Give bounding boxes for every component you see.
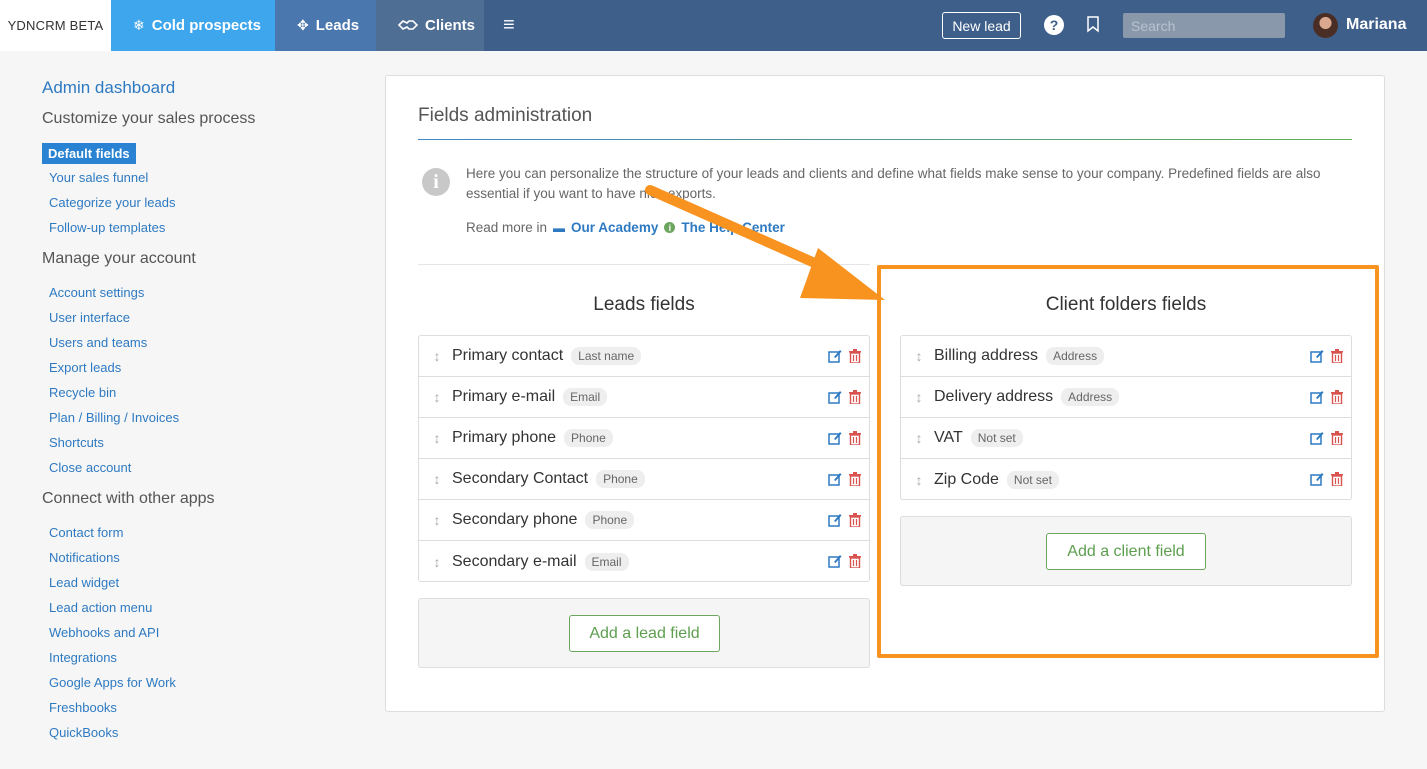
sidebar-item-webhooks-api[interactable]: Webhooks and API: [49, 625, 159, 640]
crosshair-icon: ✥: [297, 17, 309, 33]
hamburger-menu-icon[interactable]: ≡: [503, 15, 519, 35]
list-item[interactable]: ↕ Secondary e-mail Email: [419, 541, 869, 582]
field-name: Secondary phone: [452, 511, 578, 528]
sidebar-item-user-interface[interactable]: User interface: [49, 310, 130, 325]
delete-icon[interactable]: [849, 472, 861, 487]
top-navbar: YDNCRM BETA ❄ Cold prospects ✥ Leads Cli…: [0, 0, 1427, 51]
edit-icon[interactable]: [828, 472, 842, 486]
edit-icon[interactable]: [828, 390, 842, 404]
sidebar-item-account-settings[interactable]: Account settings: [49, 285, 144, 300]
sidebar-item-sales-funnel[interactable]: Your sales funnel: [49, 170, 148, 185]
edit-icon[interactable]: [828, 554, 842, 568]
tab-label: Leads: [315, 17, 360, 34]
list-item[interactable]: ↕ Secondary Contact Phone: [419, 459, 869, 500]
drag-handle-icon[interactable]: ↕: [432, 348, 442, 364]
sidebar-item-users-teams[interactable]: Users and teams: [49, 335, 147, 350]
field-name: Primary phone: [452, 429, 557, 446]
list-item[interactable]: ↕ Primary contact Last name: [419, 336, 869, 377]
brand-logo[interactable]: YDNCRM BETA: [0, 0, 111, 51]
sidebar-title-admin-dashboard[interactable]: Admin dashboard: [42, 78, 175, 98]
tab-leads[interactable]: ✥ Leads: [275, 0, 376, 51]
field-name: Primary contact: [452, 347, 564, 364]
bookmark-icon[interactable]: [1086, 16, 1100, 33]
delete-icon[interactable]: [849, 390, 861, 405]
read-more-prefix: Read more in: [466, 220, 548, 235]
sidebar-heading: Manage your account: [42, 250, 196, 267]
sidebar-item-recycle-bin[interactable]: Recycle bin: [49, 385, 116, 400]
field-type-badge: Email: [584, 552, 629, 571]
sidebar-item-plan-billing[interactable]: Plan / Billing / Invoices: [49, 410, 179, 425]
highlight-box: [877, 265, 1379, 658]
sidebar-item-close-account[interactable]: Close account: [49, 460, 131, 475]
info-text: Here you can personalize the structure o…: [466, 166, 1321, 201]
graduation-cap-icon: ▬: [553, 220, 566, 235]
search-input[interactable]: [1123, 13, 1285, 38]
field-type-badge: Last name: [571, 347, 642, 365]
new-lead-button[interactable]: New lead: [942, 12, 1021, 39]
delete-icon[interactable]: [849, 554, 861, 569]
tab-label: Clients: [425, 17, 476, 34]
sidebar-item-integrations[interactable]: Integrations: [49, 650, 117, 665]
sidebar-item-follow-up-templates[interactable]: Follow-up templates: [49, 220, 165, 235]
sidebar-heading: Customize your sales process: [42, 110, 256, 127]
snowflake-icon: ❄: [133, 17, 145, 33]
sidebar-item-export-leads[interactable]: Export leads: [49, 360, 121, 375]
sidebar-item-default-fields[interactable]: Default fields: [42, 143, 136, 164]
field-type-badge: Phone: [585, 511, 635, 529]
field-name: Primary e-mail: [452, 388, 556, 405]
delete-icon[interactable]: [849, 349, 861, 364]
edit-icon[interactable]: [828, 513, 842, 527]
tab-clients[interactable]: Clients: [376, 0, 484, 51]
user-name[interactable]: Mariana: [1346, 16, 1406, 34]
drag-handle-icon[interactable]: ↕: [432, 389, 442, 405]
page-title: Fields administration: [418, 105, 593, 126]
info-icon: i: [422, 168, 450, 196]
field-name: Secondary e-mail: [452, 552, 577, 570]
list-item[interactable]: ↕ Primary phone Phone: [419, 418, 869, 459]
tab-cold-prospects[interactable]: ❄ Cold prospects: [111, 0, 275, 51]
sidebar-item-google-apps[interactable]: Google Apps for Work: [49, 675, 176, 690]
annotation-arrow-icon: [645, 185, 885, 300]
field-type-badge: Email: [563, 388, 608, 406]
help-icon[interactable]: ?: [1044, 15, 1064, 35]
list-item[interactable]: ↕ Primary e-mail Email: [419, 377, 869, 418]
sidebar-item-notifications[interactable]: Notifications: [49, 550, 120, 565]
field-type-badge: Phone: [596, 470, 645, 488]
drag-handle-icon[interactable]: ↕: [432, 430, 442, 446]
edit-icon[interactable]: [828, 349, 842, 363]
add-lead-field-button[interactable]: Add a lead field: [569, 615, 720, 652]
field-name: Secondary Contact: [452, 470, 589, 487]
leads-field-list: ↕ Primary contact Last name ↕ Primary e-…: [418, 335, 870, 582]
sidebar-item-categorize-leads[interactable]: Categorize your leads: [49, 195, 175, 210]
delete-icon[interactable]: [849, 431, 861, 446]
sidebar-item-quickbooks[interactable]: QuickBooks: [49, 725, 118, 740]
delete-icon[interactable]: [849, 513, 861, 528]
sidebar-item-lead-widget[interactable]: Lead widget: [49, 575, 119, 590]
title-divider: [418, 139, 1352, 140]
drag-handle-icon[interactable]: ↕: [432, 471, 442, 487]
sidebar-item-freshbooks[interactable]: Freshbooks: [49, 700, 117, 715]
sidebar-item-shortcuts[interactable]: Shortcuts: [49, 435, 104, 450]
sidebar-item-contact-form[interactable]: Contact form: [49, 525, 123, 540]
field-type-badge: Phone: [564, 429, 613, 447]
sidebar-item-lead-action-menu[interactable]: Lead action menu: [49, 600, 152, 615]
tab-label: Cold prospects: [151, 17, 261, 34]
list-item[interactable]: ↕ Secondary phone Phone: [419, 500, 869, 541]
handshake-icon: [397, 18, 419, 34]
drag-handle-icon[interactable]: ↕: [432, 512, 442, 528]
edit-icon[interactable]: [828, 431, 842, 445]
avatar[interactable]: [1313, 13, 1338, 38]
drag-handle-icon[interactable]: ↕: [432, 554, 442, 570]
sidebar-heading: Connect with other apps: [42, 490, 215, 507]
